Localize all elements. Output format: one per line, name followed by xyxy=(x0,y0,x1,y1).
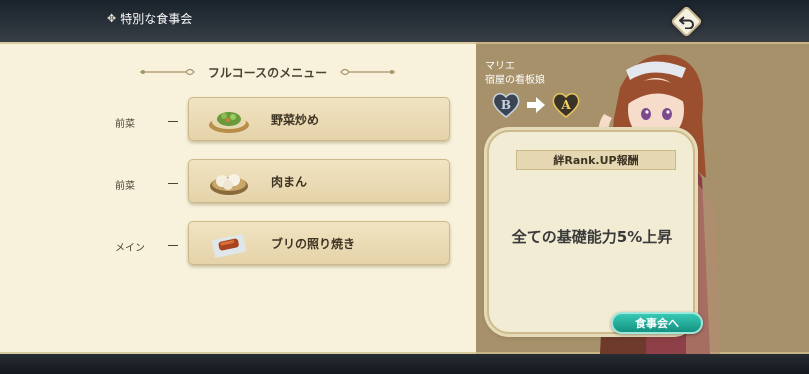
teriyaki-fish-dish-icon xyxy=(207,226,251,262)
back-button[interactable] xyxy=(670,5,703,38)
menu-heading: フルコースのメニュー xyxy=(140,63,395,81)
rank-from-label: B xyxy=(501,98,511,112)
dish-name: ブリの照り焼き xyxy=(271,236,356,251)
go-to-meal-button[interactable]: 食事会へ xyxy=(611,312,703,334)
dish-name: 肉まん xyxy=(271,174,308,189)
screen-title-label: 特別な食事会 xyxy=(120,11,193,26)
go-to-meal-label: 食事会へ xyxy=(635,317,679,330)
reward-title-label: 絆Rank.UP報酬 xyxy=(553,154,639,167)
menu-heading-label: フルコースのメニュー xyxy=(207,65,328,80)
rank-badge-from: B xyxy=(492,93,520,118)
course-dash xyxy=(168,245,178,246)
return-arrow-icon xyxy=(678,15,694,29)
steamed-bun-dish-icon xyxy=(207,164,251,200)
rank-up-arrow-icon xyxy=(527,97,545,113)
dish-name: 野菜炒め xyxy=(271,112,320,127)
course-label: 前菜 xyxy=(115,181,135,192)
ornament-right-icon xyxy=(340,68,395,76)
character-name: マリエ xyxy=(485,61,515,72)
screen-title: ✥ 特別な食事会 xyxy=(107,9,192,27)
crest-icon: ✥ xyxy=(107,11,117,25)
reward-description: 全ての基礎能力5%上昇 xyxy=(511,228,673,246)
course-dash xyxy=(168,183,178,184)
course-dash xyxy=(168,121,178,122)
bottom-backdrop xyxy=(0,352,809,374)
rank-to-label: A xyxy=(560,98,571,112)
dish-card-nikuman[interactable]: 肉まん xyxy=(188,159,450,203)
stir-fry-dish-icon xyxy=(207,102,251,138)
character-role: 宿屋の看板娘 xyxy=(485,75,545,86)
ornament-left-icon xyxy=(140,68,195,76)
rank-badge-to: A xyxy=(552,93,580,118)
reward-title: 絆Rank.UP報酬 xyxy=(516,150,676,170)
course-label: 前菜 xyxy=(115,119,135,130)
dish-card-yasai-itame[interactable]: 野菜炒め xyxy=(188,97,450,141)
dish-card-buri-teriyaki[interactable]: ブリの照り焼き xyxy=(188,221,450,265)
course-label: メイン xyxy=(115,243,145,254)
